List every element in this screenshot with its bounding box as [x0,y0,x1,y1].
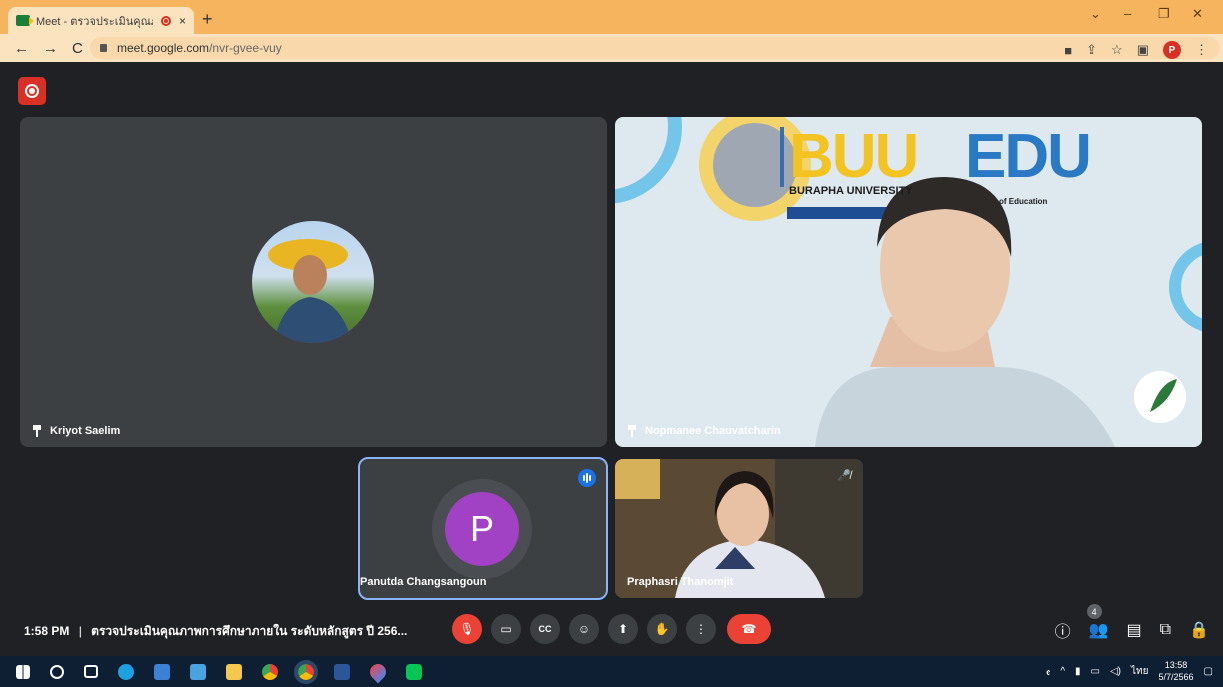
participant-tile-nopmanee[interactable]: BUU EDU BURAPHA UNIVERSITY of Education … [615,117,1202,447]
browser-tab-strip: Meet - ตรวจประเมินคุณภาพการ × + ⌄ – ❐ ✕ [0,0,1223,34]
people-tray-icon[interactable]: ꬲ [1046,664,1050,678]
activities-icon[interactable]: ⧉ [1160,621,1171,639]
meeting-info: 1:58 PM | ตรวจประเมินคุณภาพการศึกษาภายใน… [24,622,407,641]
people-icon[interactable]: 👥 4 [1086,604,1109,640]
browser-toolbar: ← → C meet.google.com/nvr-gvee-vuy ■ ⇪ ☆… [0,34,1223,62]
lock-icon [100,44,107,52]
speaking-indicator-icon [578,469,596,487]
participant-name: Panutda Changsangoun [360,576,487,588]
line-app-icon[interactable] [406,663,422,680]
mic-toggle-button[interactable]: 🎙 [452,614,482,644]
mic-off-icon: 🎤̸ [837,470,851,482]
more-vert-icon: ⋮ [695,622,707,636]
chrome-active-icon[interactable] [294,659,318,684]
minimize-button[interactable]: – [1124,6,1131,21]
mic-off-icon: 🎙 [459,622,475,636]
raise-hand-button[interactable]: ✋ [647,614,677,644]
tab-search-icon[interactable]: ⌄ [1090,6,1101,22]
browser-tab[interactable]: Meet - ตรวจประเมินคุณภาพการ × [8,7,194,34]
menu-dots-icon[interactable]: ⋮ [1195,42,1208,58]
banner-edu: EDU [965,122,1092,191]
chevron-up-icon[interactable]: ^ [1060,666,1065,677]
recording-button[interactable] [18,77,46,105]
task-view-icon[interactable] [84,665,98,678]
emoji-icon: ☺ [577,622,591,636]
network-icon[interactable]: ▭ [1091,666,1100,677]
record-icon [25,84,39,98]
participant-tile-kriyot[interactable]: Kriyot Saelim [20,117,607,447]
pin-icon[interactable] [32,425,42,437]
tab-close-button[interactable]: × [179,14,186,28]
phone-hangup-icon: ☎ [741,622,757,636]
meet-favicon-icon [16,15,34,26]
host-controls-icon[interactable]: 🔒 [1189,620,1209,640]
present-button[interactable]: ⬆ [608,614,638,644]
windows-start-icon[interactable] [16,664,30,679]
chrome-icon[interactable] [262,663,278,680]
edge-icon[interactable] [118,663,134,680]
url-path: /nvr-gvee-vuy [209,41,282,55]
notifications-icon[interactable]: ▢ [1204,666,1213,677]
banner-faculty: of Education [999,197,1048,206]
back-arrow-icon[interactable]: ← [14,40,29,57]
hand-icon: ✋ [654,622,670,636]
pin-icon[interactable] [627,425,637,437]
participant-avatar-photo [252,221,374,343]
camera-icon[interactable]: ■ [1064,43,1072,58]
tab-title: Meet - ตรวจประเมินคุณภาพการ [36,15,153,28]
system-tray: ꬲ ^ ▮ ▭ ◁) ไทย 13:58 5/7/2566 ▢ [1046,659,1213,683]
person-with-hat-illustration [268,239,352,343]
camera-toggle-button[interactable]: ▭ [491,614,521,644]
taskbar-time: 13:58 [1164,660,1188,670]
windows-taskbar: ꬲ ^ ▮ ▭ ◁) ไทย 13:58 5/7/2566 ▢ [0,656,1223,687]
separator: | [78,624,82,638]
reactions-button[interactable]: ☺ [569,614,599,644]
banner-university: BURAPHA UNIVERSITY [789,185,913,197]
share-icon[interactable]: ⇪ [1086,42,1097,58]
search-icon[interactable] [50,664,64,679]
participant-name: Kriyot Saelim [50,425,121,437]
store-icon[interactable] [154,663,170,680]
profile-avatar[interactable]: P [1163,41,1181,59]
participant-tile-praphasri[interactable]: 🎤̸ Praphasri Thanomjit [615,459,863,598]
participant-count-badge: 4 [1086,604,1102,619]
banner-buu: BUU [789,122,919,191]
captions-icon: CC [538,624,552,634]
restore-button[interactable]: ❐ [1158,6,1170,22]
meeting-controls-bar: 1:58 PM | ตรวจประเมินคุณภาพการศึกษาภายใน… [0,604,1223,650]
participant-name: Praphasri Thanomjit [627,576,734,588]
meet-stage: Kriyot Saelim BUU EDU BURAPHA UNIVERSITY… [0,62,1223,656]
meeting-time: 1:58 PM [24,624,70,638]
close-window-button[interactable]: ✕ [1192,6,1203,22]
participant-tile-panutda[interactable]: P Panutda Changsangoun [358,457,608,600]
recording-indicator-icon [160,15,171,26]
mail-icon[interactable] [190,663,206,680]
clock[interactable]: 13:58 5/7/2566 [1159,659,1194,683]
drop-app-icon[interactable] [366,660,390,683]
speaker-icon[interactable]: ◁) [1110,666,1121,677]
new-tab-button[interactable]: + [202,9,213,30]
mic-tray-icon[interactable]: ▮ [1075,666,1081,677]
more-options-button[interactable]: ⋮ [686,614,716,644]
url-host: meet.google.com [117,41,210,55]
forward-arrow-icon[interactable]: → [43,40,58,57]
chat-icon[interactable]: ▤ [1127,620,1142,640]
bookmark-star-icon[interactable]: ☆ [1111,42,1123,58]
file-explorer-icon[interactable] [226,663,242,680]
side-panel-icon[interactable]: ▣ [1137,42,1149,58]
word-icon[interactable] [334,663,350,680]
participant-name: Nopmanee Chauvatcharin [645,425,781,437]
present-icon: ⬆ [617,622,629,636]
taskbar-date: 5/7/2566 [1158,672,1194,682]
reload-icon[interactable]: C [72,40,83,57]
language-indicator[interactable]: ไทย [1131,664,1148,679]
address-bar[interactable]: meet.google.com/nvr-gvee-vuy ■ ⇪ ☆ ▣ P ⋮ [90,37,1220,59]
captions-button[interactable]: CC [530,614,560,644]
camera-icon: ▭ [500,622,512,636]
leave-call-button[interactable]: ☎ [727,614,771,644]
meeting-title: ตรวจประเมินคุณภาพการศึกษาภายใน ระดับหลัก… [91,624,408,638]
meeting-details-icon[interactable]: ⓘ [1055,618,1071,642]
participant-initial-avatar: P [445,492,519,566]
